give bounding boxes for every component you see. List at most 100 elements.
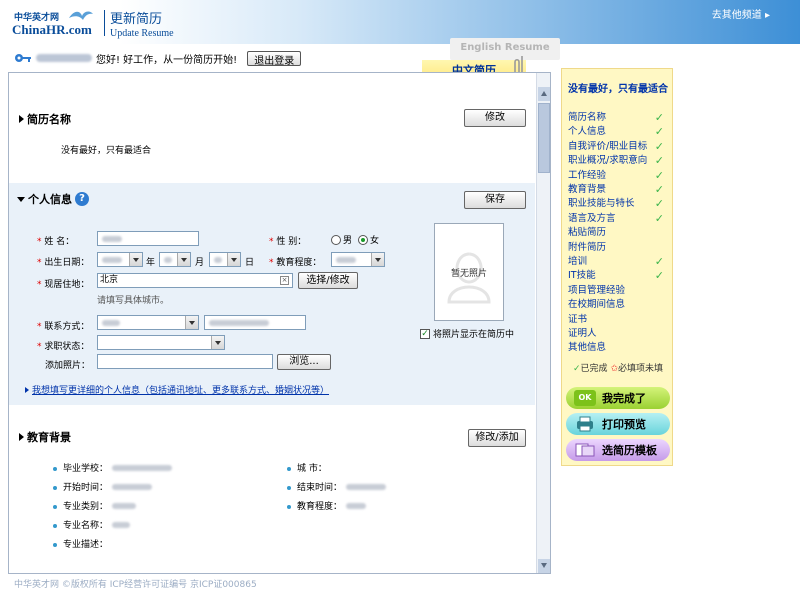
clear-icon[interactable]: × <box>280 276 289 285</box>
other-channel-link[interactable]: 去其他频道 ▸ <box>712 6 770 21</box>
help-icon[interactable]: ? <box>75 192 89 206</box>
logout-button[interactable]: 退出登录 <box>247 50 302 67</box>
gender-female-radio[interactable] <box>358 234 369 245</box>
day-label: 日 <box>245 258 255 268</box>
logo-en: ChinaHR.com <box>12 22 92 37</box>
contact-type-select[interactable] <box>97 315 199 330</box>
check-icon: ✓ <box>654 139 664 153</box>
gender-male-radio[interactable] <box>331 234 341 245</box>
photo-placeholder: 暂无照片 <box>434 223 504 321</box>
printer-icon <box>577 416 593 432</box>
sidebar-item[interactable]: 教育背景 ✓ <box>568 183 668 197</box>
check-icon: ✓ <box>654 197 664 211</box>
username-redacted <box>36 54 92 62</box>
sidebar-item[interactable]: 职业概况/求职意向 ✓ <box>568 154 668 168</box>
expand-arrow-icon <box>19 115 24 123</box>
year-label: 年 <box>146 258 156 268</box>
sidebar-item[interactable]: 工作经验 ✓ <box>568 169 668 183</box>
birth-day-select[interactable] <box>209 252 241 267</box>
section-title: 教育背景 <box>27 431 71 444</box>
page-title-en: Update Resume <box>110 28 174 39</box>
sidebar-item[interactable]: 在校期间信息 <box>568 298 668 312</box>
sidebar-item[interactable]: 其他信息 <box>568 341 668 355</box>
sidebar-item[interactable]: 简历名称 ✓ <box>568 111 668 125</box>
education-level-select[interactable] <box>331 252 385 267</box>
no-photo-text: 暂无照片 <box>450 269 487 279</box>
print-preview-button[interactable]: 打印预览 <box>566 413 670 435</box>
edu-major-category: 专业类别： <box>53 499 137 512</box>
check-icon: ✓ <box>654 211 664 225</box>
scroll-down-icon[interactable] <box>538 559 550 573</box>
browse-button[interactable]: 浏览... <box>277 354 331 370</box>
gender-female-label: 女 <box>370 236 380 246</box>
sidebar-item[interactable]: 证书 <box>568 313 668 327</box>
check-icon: ✓ <box>654 255 664 268</box>
gender-label: * 性 别： <box>269 237 307 247</box>
expand-arrow-icon <box>19 433 24 441</box>
sidebar-item[interactable]: 语言及方言 ✓ <box>568 212 668 226</box>
resume-content: 简历名称 修改 没有最好，只有最适合 个人信息 ? 保存 * 姓 名： * 性 … <box>9 73 535 573</box>
edu-school: 毕业学校： <box>53 461 173 474</box>
sidebar-item[interactable]: 培训 ✓ <box>568 255 668 269</box>
sidebar-item[interactable]: 自我评价/职业目标 ✓ <box>568 140 668 154</box>
edit-resume-name-button[interactable]: 修改 <box>464 109 526 127</box>
residence-hint: 请填写具体城市。 <box>97 296 170 306</box>
section-resume-name[interactable]: 简历名称 <box>19 111 71 127</box>
photo-path-input[interactable] <box>97 354 273 369</box>
edu-end: 结束时间： <box>287 480 387 493</box>
show-photo-option: ✓ 将照片显示在简历中 <box>420 327 514 340</box>
tab-english-resume[interactable]: English Resume <box>450 38 560 60</box>
section-education[interactable]: 教育背景 <box>19 429 71 445</box>
sidebar-item[interactable]: 证明人 <box>568 327 668 341</box>
footer-copyright: 中华英才网 ©版权所有 ICP经营许可证编号 京ICP证000865 <box>14 580 257 590</box>
birth-month-select[interactable] <box>159 252 191 267</box>
resume-name-value: 没有最好，只有最适合 <box>61 146 152 156</box>
save-personal-button[interactable]: 保存 <box>464 191 526 209</box>
sidebar-item[interactable]: 项目管理经验 <box>568 284 668 298</box>
select-residence-button[interactable]: 选择/修改 <box>298 272 358 289</box>
scroll-thumb[interactable] <box>538 103 550 173</box>
sidebar-item[interactable]: 附件简历 <box>568 241 668 255</box>
scroll-up-icon[interactable] <box>538 87 550 101</box>
photo-label: 添加照片： <box>45 361 91 371</box>
check-icon: ✓ <box>654 125 664 139</box>
name-label: * 姓 名： <box>37 237 75 247</box>
edu-start: 开始时间： <box>53 480 153 493</box>
gender-male-label: 男 <box>343 236 353 246</box>
sidebar-item[interactable]: 粘贴简历 <box>568 226 668 240</box>
show-photo-label: 将照片显示在简历中 <box>433 330 515 340</box>
contact-value-input[interactable] <box>204 315 306 330</box>
bird-logo-icon <box>69 11 93 20</box>
section-title: 个人信息 <box>28 193 72 206</box>
resume-sections-sidebar: 没有最好，只有最适合 简历名称 ✓ 个人信息 ✓ 自我评价/职业目标 ✓ 职业概况/求职意向… <box>561 68 673 466</box>
residence-input[interactable]: 北京 × <box>97 273 293 288</box>
job-status-select[interactable] <box>97 335 225 350</box>
greeting-text: 您好! 好工作，从一份简历开始! <box>96 54 238 66</box>
edu-degree: 教育程度： <box>287 499 367 512</box>
sidebar-legend: ✓已完成 ✩必填项未填 <box>573 364 663 374</box>
more-personal-info-link[interactable]: 我想填写更详细的个人信息（包括通讯地址、更多联系方式、婚姻状况等） <box>25 383 329 396</box>
check-icon: ✓ <box>654 269 664 283</box>
sidebar-item[interactable]: 职业技能与特长 ✓ <box>568 197 668 211</box>
edu-city: 城 市： <box>287 461 327 474</box>
birth-year-select[interactable] <box>97 252 143 267</box>
name-input[interactable] <box>97 231 199 246</box>
edu-major-desc: 专业描述： <box>53 537 108 550</box>
job-status-label: * 求职状态： <box>37 342 90 352</box>
check-icon: ✓ <box>654 168 664 182</box>
check-icon: ✓ <box>654 154 664 168</box>
section-title: 简历名称 <box>27 113 71 126</box>
star-icon: ✩ <box>610 364 618 374</box>
choose-template-button[interactable]: 选简历模板 <box>566 439 670 461</box>
sidebar-item[interactable]: 个人信息 ✓ <box>568 125 668 139</box>
edit-education-button[interactable]: 修改/添加 <box>468 429 526 447</box>
chinahr-logo[interactable]: 中华英才网 ChinaHR.com <box>8 8 100 38</box>
section-personal-info[interactable]: 个人信息 ? <box>17 191 89 207</box>
finish-button[interactable]: OK 我完成了 <box>566 387 670 409</box>
show-photo-checkbox[interactable]: ✓ <box>420 328 430 339</box>
sidebar-item[interactable]: IT技能 ✓ <box>568 269 668 283</box>
header-divider <box>104 10 105 36</box>
vertical-scrollbar[interactable] <box>536 73 550 573</box>
check-icon: ✓ <box>654 111 664 124</box>
residence-label: * 现居住地： <box>37 280 90 290</box>
